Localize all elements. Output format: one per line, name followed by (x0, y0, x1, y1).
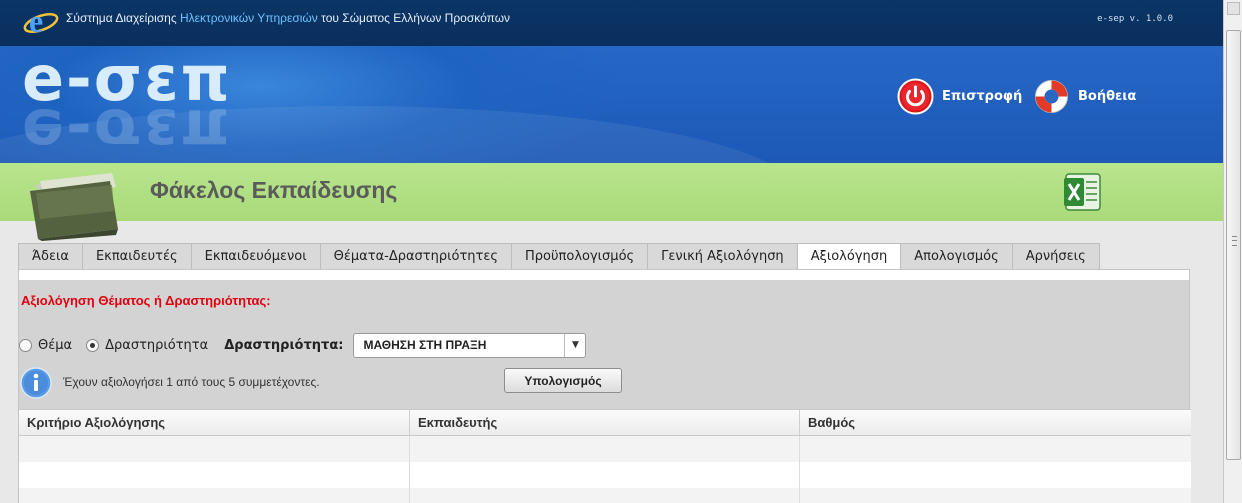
chevron-down-icon: ▼ (564, 333, 585, 357)
radio-activity-label: Δραστηριότητα (105, 337, 209, 353)
back-link[interactable]: Επιστροφή (897, 76, 1022, 116)
grid-header: Κριτήριο Αξιολόγησης Εκπαιδευτής Βαθμός (19, 409, 1191, 436)
tab-geniki-axiologisi[interactable]: Γενική Αξιολόγηση (647, 243, 797, 270)
section-title: Φάκελος Εκπαίδευσης (150, 177, 398, 203)
radio-topic[interactable] (19, 338, 32, 352)
tab-axiologisi[interactable]: Αξιολόγηση (796, 243, 901, 270)
help-link[interactable]: Βοήθεια (1033, 76, 1136, 116)
radio-topic-label: Θέμα (38, 337, 73, 353)
tab-bar: Άδεια Εκπαιδευτές Εκπαιδευόμενοι Θέματα-… (18, 243, 1100, 270)
evaluation-grid: Κριτήριο Αξιολόγησης Εκπαιδευτής Βαθμός (19, 409, 1191, 503)
scrollbar-thumb[interactable] (1226, 30, 1241, 460)
tab-proypologismos[interactable]: Προϋπολογισμός (511, 243, 648, 270)
activity-field-label: Δραστηριότητα: (224, 337, 344, 353)
column-header-criterion[interactable]: Κριτήριο Αξιολόγησης (19, 410, 410, 435)
help-label: Βοήθεια (1078, 88, 1137, 104)
tab-ekpaideftes[interactable]: Εκπαιδευτές (81, 243, 191, 270)
activity-select[interactable]: ΜΑΘΗΣΗ ΣΤΗ ΠΡΑΞΗ ▼ (353, 332, 587, 358)
e-logo-icon: e (23, 3, 59, 39)
table-row[interactable] (19, 436, 1191, 462)
info-row: Έχουν αξιολογήσει 1 από τους 5 συμμετέχο… (19, 367, 669, 399)
application: e Σύστημα Διαχείρισης Ηλεκτρονικών Υπηρε… (0, 0, 1223, 503)
lifebuoy-icon (1035, 79, 1068, 113)
grid-body (19, 436, 1191, 503)
section-header: Φάκελος Εκπαίδευσης (0, 163, 1223, 241)
activity-select-value: ΜΑΘΗΣΗ ΣΤΗ ΠΡΑΞΗ (363, 338, 487, 352)
vertical-scrollbar[interactable] (1223, 0, 1242, 503)
tab-apologismos[interactable]: Απολογισμός (900, 243, 1012, 270)
brand-logo-reflection: e-σεπ (22, 95, 232, 163)
back-label: Επιστροφή (942, 88, 1023, 104)
tab-ekpaidevomenoi[interactable]: Εκπαιδευόμενοι (190, 243, 320, 270)
version-label: e-sep v. 1.0.0 (1097, 14, 1173, 24)
column-header-trainer[interactable]: Εκπαιδευτής (410, 410, 800, 435)
scroll-up-button[interactable] (1227, 2, 1240, 15)
table-row[interactable] (19, 488, 1191, 503)
top-bar: e Σύστημα Διαχείρισης Ηλεκτρονικών Υπηρε… (0, 0, 1223, 46)
svg-text:e: e (29, 3, 43, 39)
folder-icon (30, 173, 118, 241)
system-title: Σύστημα Διαχείρισης Ηλεκτρονικών Υπηρεσι… (66, 11, 511, 25)
evaluation-options: Θέμα Δραστηριότητα Δραστηριότητα: ΜΑΘΗΣΗ… (19, 332, 587, 358)
evaluation-info-text: Έχουν αξιολογήσει 1 από τους 5 συμμετέχο… (63, 375, 320, 389)
info-icon (20, 367, 52, 399)
banner: e-σεπ e-σεπ Επιστροφή Βοήθεια (0, 46, 1223, 163)
evaluation-panel: Αξιολόγηση Θέματος ή Δραστηριότητας: Θέμ… (18, 269, 1191, 503)
radio-activity[interactable] (86, 338, 100, 352)
table-row[interactable] (19, 462, 1191, 488)
power-icon (897, 78, 934, 114)
excel-export-icon[interactable] (1062, 172, 1102, 212)
tab-themata-drastiriotites[interactable]: Θέματα-Δραστηριότητες (319, 243, 512, 270)
tab-adeia[interactable]: Άδεια (18, 243, 82, 270)
column-header-grade[interactable]: Βαθμός (800, 410, 1191, 435)
evaluation-heading: Αξιολόγηση Θέματος ή Δραστηριότητας: (21, 293, 271, 308)
calculate-button[interactable]: Υπολογισμός (504, 368, 622, 393)
tab-arniseis[interactable]: Αρνήσεις (1011, 243, 1100, 270)
